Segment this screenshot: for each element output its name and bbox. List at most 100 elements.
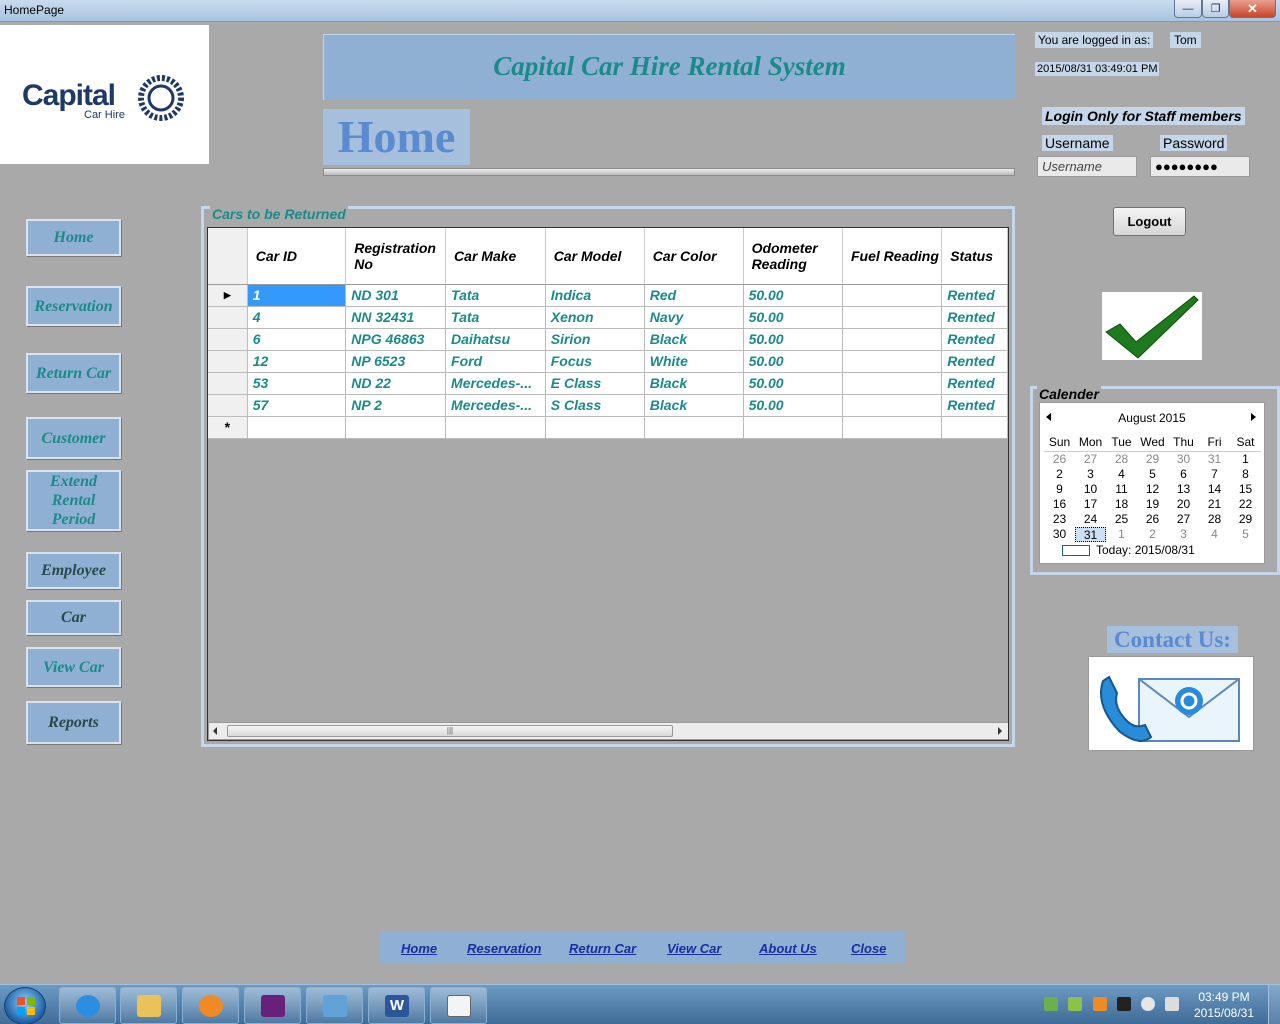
new-row-header[interactable]: * <box>208 416 248 439</box>
table-cell[interactable]: Indica <box>545 284 645 307</box>
table-cell[interactable]: Xenon <box>545 306 645 329</box>
table-cell[interactable] <box>345 416 447 439</box>
calendar-day[interactable]: 31 <box>1199 452 1230 467</box>
table-cell[interactable] <box>842 328 943 351</box>
table-cell[interactable]: Tata <box>445 284 546 307</box>
table-cell[interactable] <box>247 416 347 439</box>
username-input[interactable] <box>1037 156 1137 177</box>
table-cell[interactable] <box>842 372 943 395</box>
sidebar-item-view-car[interactable]: View Car <box>26 647 121 687</box>
maximize-button[interactable]: ❐ <box>1202 0 1229 18</box>
calendar-day[interactable]: 9 <box>1044 482 1075 497</box>
sidebar-item-employee[interactable]: Employee <box>26 552 121 589</box>
calendar-day[interactable]: 15 <box>1230 482 1261 497</box>
calendar-day[interactable]: 22 <box>1230 497 1261 512</box>
table-cell[interactable]: 4 <box>247 306 347 329</box>
table-cell[interactable]: Mercedes-... <box>445 394 546 417</box>
table-cell[interactable]: Black <box>644 328 744 351</box>
table-cell[interactable] <box>743 416 844 439</box>
table-row[interactable]: 6 NPG 46863 Daihatsu Sirion Black 50.00 Rented <box>208 328 1008 351</box>
sidebar-item-customer[interactable]: Customer <box>26 417 121 459</box>
table-cell[interactable]: 50.00 <box>743 328 844 351</box>
calendar-day[interactable]: 25 <box>1106 512 1137 527</box>
footer-link-home[interactable]: Home <box>401 941 437 956</box>
grid-column-header[interactable]: Status <box>941 228 1008 285</box>
calendar-day[interactable]: 5 <box>1137 467 1168 482</box>
calendar-day[interactable]: 2 <box>1044 467 1075 482</box>
table-cell[interactable]: Rented <box>941 350 1008 373</box>
footer-link-view-car[interactable]: View Car <box>667 941 721 956</box>
calendar-day[interactable]: 31 <box>1075 527 1106 542</box>
calendar-day[interactable]: 24 <box>1075 512 1106 527</box>
table-cell[interactable]: Rented <box>941 306 1008 329</box>
calendar-today-label[interactable]: Today: 2015/08/31 <box>1096 543 1195 557</box>
calendar-day[interactable]: 7 <box>1199 467 1230 482</box>
password-input[interactable] <box>1150 156 1250 177</box>
table-cell[interactable]: Sirion <box>545 328 645 351</box>
calendar-day[interactable]: 5 <box>1230 527 1261 542</box>
table-cell[interactable] <box>545 416 645 439</box>
table-cell[interactable] <box>842 416 943 439</box>
horizontal-scrollbar[interactable]: ||| <box>208 722 1008 740</box>
table-cell[interactable] <box>842 350 943 373</box>
table-cell[interactable]: Rented <box>941 284 1008 307</box>
tray-bluetooth-icon[interactable] <box>1117 997 1131 1011</box>
calendar-day[interactable]: 6 <box>1168 467 1199 482</box>
taskbar-visual-studio[interactable] <box>244 987 301 1024</box>
taskbar-explorer[interactable] <box>120 987 177 1024</box>
table-cell[interactable]: Black <box>644 372 744 395</box>
table-cell[interactable]: 53 <box>247 372 347 395</box>
calendar-day-grid[interactable]: 26 27 28 29 30 31 1 2 3 4 5 6 7 8 9 10 11 12 13 14 15 16 17 18 1… <box>1044 451 1261 542</box>
table-row[interactable]: 4 NN 32431 Tata Xenon Navy 50.00 Rented <box>208 306 1008 329</box>
new-row[interactable]: * <box>208 416 1008 439</box>
table-cell[interactable]: Rented <box>941 394 1008 417</box>
sidebar-item-reservation[interactable]: Reservation <box>26 286 121 326</box>
footer-link-return-car[interactable]: Return Car <box>569 941 636 956</box>
table-row[interactable]: 12 NP 6523 Ford Focus White 50.00 Rented <box>208 350 1008 373</box>
calendar-day[interactable]: 2 <box>1137 527 1168 542</box>
calendar-day[interactable]: 21 <box>1199 497 1230 512</box>
grid-column-header[interactable]: Fuel Reading <box>842 228 943 285</box>
calendar-day[interactable]: 4 <box>1199 527 1230 542</box>
calendar-day[interactable]: 8 <box>1230 467 1261 482</box>
tray-clock[interactable]: 03:49 PM 2015/08/31 <box>1188 989 1260 1021</box>
taskbar-word[interactable]: W <box>368 987 425 1024</box>
grid-column-header[interactable]: Odometer Reading <box>743 228 844 285</box>
table-cell[interactable] <box>842 394 943 417</box>
calendar-next-icon[interactable] <box>1251 413 1256 421</box>
calendar-day[interactable]: 19 <box>1137 497 1168 512</box>
table-cell[interactable]: Focus <box>545 350 645 373</box>
table-cell[interactable] <box>941 416 1008 439</box>
table-cell[interactable] <box>842 284 943 307</box>
table-row[interactable]: 53 ND 22 Mercedes-... E Class Black 50.00 Rent… <box>208 372 1008 395</box>
calendar-day[interactable]: 14 <box>1199 482 1230 497</box>
table-cell[interactable]: 50.00 <box>743 372 844 395</box>
table-cell[interactable]: ND 22 <box>345 372 447 395</box>
calendar-day[interactable]: 27 <box>1075 452 1106 467</box>
grid-column-header[interactable]: Car ID <box>247 228 347 285</box>
contact-image[interactable] <box>1088 656 1254 751</box>
table-cell[interactable]: 50.00 <box>743 350 844 373</box>
calendar-day[interactable]: 30 <box>1168 452 1199 467</box>
grid-column-header[interactable]: Car Color <box>644 228 744 285</box>
table-cell[interactable] <box>445 416 546 439</box>
table-cell[interactable]: 50.00 <box>743 394 844 417</box>
table-cell[interactable]: Navy <box>644 306 744 329</box>
calendar-day[interactable]: 4 <box>1106 467 1137 482</box>
grid-column-header[interactable]: Registration No <box>345 228 447 285</box>
table-cell[interactable] <box>842 306 943 329</box>
sidebar-item-home[interactable]: Home <box>26 219 121 256</box>
calendar-day[interactable]: 11 <box>1106 482 1137 497</box>
table-cell[interactable]: Tata <box>445 306 546 329</box>
calendar-day[interactable]: 29 <box>1230 512 1261 527</box>
grid-corner[interactable] <box>208 228 248 285</box>
table-cell[interactable]: 1 <box>247 284 347 307</box>
table-row[interactable]: 57 NP 2 Mercedes-... S Class Black 50.00 Rente… <box>208 394 1008 417</box>
table-cell[interactable]: 50.00 <box>743 284 844 307</box>
table-cell[interactable]: NP 6523 <box>345 350 447 373</box>
row-header[interactable] <box>208 350 248 373</box>
calendar-day[interactable]: 16 <box>1044 497 1075 512</box>
footer-link-close[interactable]: Close <box>851 941 886 956</box>
table-cell[interactable]: White <box>644 350 744 373</box>
table-cell[interactable]: Ford <box>445 350 546 373</box>
